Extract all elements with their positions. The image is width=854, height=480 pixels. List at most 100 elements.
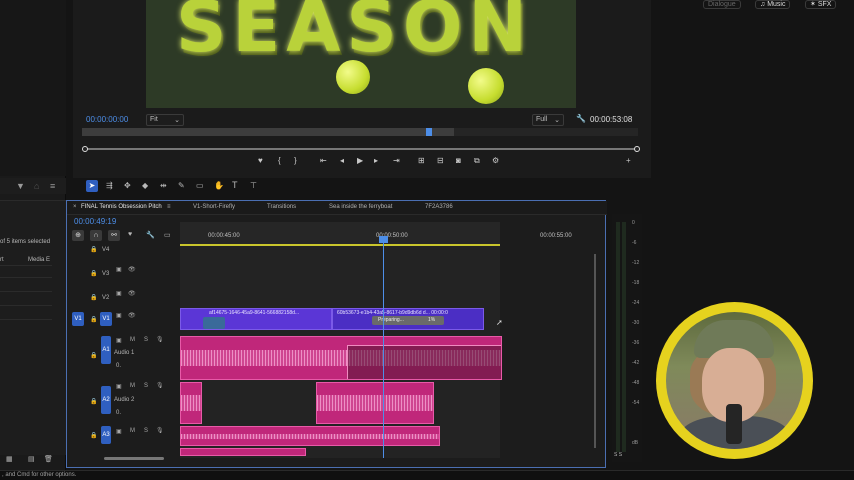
eye-icon[interactable]: 👁 xyxy=(128,290,136,297)
tab-v1-short-firefly[interactable]: V1-Short-Firefly xyxy=(193,204,235,210)
close-tab-icon[interactable]: × xyxy=(73,204,77,210)
sync-lock-icon[interactable]: ▣ xyxy=(116,312,122,319)
source-patch-v1[interactable]: V1 xyxy=(72,312,84,326)
track-target-v1[interactable]: V1 xyxy=(100,312,112,326)
caption-tool-icon[interactable]: ⊤ xyxy=(250,181,257,190)
track-target-a2[interactable]: A2 xyxy=(101,386,111,414)
sync-lock-icon[interactable]: ▣ xyxy=(116,290,122,297)
lock-icon[interactable]: 🔒 xyxy=(90,316,97,323)
audio-transition[interactable] xyxy=(347,345,501,379)
lock-icon[interactable]: 🔒 xyxy=(90,352,97,359)
tab-7f2a3786[interactable]: 7F2A3786 xyxy=(425,204,453,210)
step-forward-icon[interactable]: ▸ xyxy=(374,156,378,165)
comparison-view-icon[interactable]: ⧉ xyxy=(474,156,480,166)
sync-lock-icon[interactable]: ▣ xyxy=(116,337,122,344)
razor-tool-icon[interactable]: ◆ xyxy=(142,181,148,190)
panel-menu-icon[interactable]: ≡ xyxy=(50,181,55,191)
lock-icon[interactable]: 🔒 xyxy=(90,398,97,405)
new-item-icon[interactable]: ▤ xyxy=(28,455,35,463)
linked-selection-icon[interactable]: ⚯ xyxy=(108,230,120,241)
track-select-tool-icon[interactable]: ⇶ xyxy=(106,181,113,190)
snap-icon[interactable]: ∩ xyxy=(90,230,102,241)
new-bin-icon[interactable]: ▦ xyxy=(6,455,13,463)
column-header-name[interactable]: rt xyxy=(0,257,4,263)
add-marker-icon[interactable]: ♥ xyxy=(258,156,263,165)
mute-button[interactable]: M xyxy=(130,383,135,389)
play-icon[interactable]: ▶ xyxy=(357,156,363,165)
horizontal-scrollbar[interactable] xyxy=(104,457,164,460)
mute-button[interactable]: M xyxy=(130,428,135,434)
export-frame-icon[interactable]: ◙ xyxy=(456,156,461,165)
sync-lock-icon[interactable]: ▣ xyxy=(116,428,122,435)
sfx-tag[interactable]: ✶ SFX xyxy=(805,0,837,9)
extract-icon[interactable]: ⊟ xyxy=(437,156,444,165)
trash-icon[interactable]: 🗑 xyxy=(44,455,53,463)
pen-tool-icon[interactable]: ✎ xyxy=(178,181,185,190)
playhead-handle[interactable] xyxy=(379,236,388,243)
tab-final-tennis[interactable]: FINAL Tennis Obsession Pitch xyxy=(81,204,162,210)
column-header-media[interactable]: Media E xyxy=(28,257,50,263)
music-tag[interactable]: ♫ Music xyxy=(755,0,791,9)
ripple-edit-tool-icon[interactable]: ✥ xyxy=(124,181,131,190)
tab-transitions[interactable]: Transitions xyxy=(267,204,296,210)
tab-sea-ferryboat[interactable]: Sea inside the ferryboat xyxy=(329,204,392,210)
add-marker-icon[interactable]: ♥ xyxy=(128,231,132,238)
go-to-out-icon[interactable]: ⇥ xyxy=(393,156,400,165)
eye-icon[interactable]: 👁 xyxy=(128,312,136,319)
program-mini-ruler[interactable] xyxy=(82,128,638,136)
audio-clip-a2-1[interactable] xyxy=(180,382,202,424)
timeline-timecode[interactable]: 00:00:49:19 xyxy=(74,217,116,226)
button-editor-icon[interactable]: + xyxy=(626,156,631,165)
mute-button[interactable]: M xyxy=(130,337,135,343)
mic-icon[interactable]: 🎙 xyxy=(156,336,164,343)
audio-clip-a3-lower[interactable] xyxy=(180,448,306,456)
timeline-settings-icon[interactable]: 🔧 xyxy=(146,231,155,239)
wrench-icon[interactable]: 🔧 xyxy=(576,114,586,123)
lift-icon[interactable]: ⊞ xyxy=(418,156,425,165)
settings-icon[interactable]: ⚙ xyxy=(492,156,499,165)
video-clip-1[interactable]: af14675-1646-45a9-8641-566882158d... xyxy=(180,308,332,330)
vertical-scrollbar[interactable] xyxy=(594,254,596,448)
scroll-handle-right[interactable] xyxy=(634,146,640,152)
solo-button[interactable]: S xyxy=(144,428,148,434)
solo-button[interactable]: S xyxy=(144,383,148,389)
lock-icon[interactable]: 🔒 xyxy=(90,270,97,277)
nest-toggle-icon[interactable]: ⊕ xyxy=(72,230,84,241)
track-target-a3[interactable]: A3 xyxy=(101,426,111,444)
bin-new-icon[interactable]: ⌂ xyxy=(34,181,39,191)
solo-button[interactable]: S xyxy=(144,337,148,343)
mic-icon[interactable]: 🎙 xyxy=(156,382,164,389)
lock-icon[interactable]: 🔒 xyxy=(90,432,97,439)
rectangle-tool-icon[interactable]: ▭ xyxy=(196,181,204,190)
filter-icon[interactable]: ▼ xyxy=(16,181,25,191)
selection-tool-icon[interactable]: ➤ xyxy=(86,180,98,192)
mark-in-icon[interactable]: { xyxy=(278,156,281,165)
audio-clip-a1[interactable] xyxy=(180,336,502,380)
eye-icon[interactable]: 👁 xyxy=(128,266,136,273)
fit-dropdown[interactable]: Fit ⌄ xyxy=(146,114,184,126)
program-current-timecode[interactable]: 00:00:00:00 xyxy=(86,115,128,124)
lock-icon[interactable]: 🔒 xyxy=(90,294,97,301)
mic-icon[interactable]: 🎙 xyxy=(156,427,164,434)
go-to-in-icon[interactable]: ⇤ xyxy=(320,156,327,165)
scroll-handle-left[interactable] xyxy=(82,146,88,152)
solo-buttons[interactable]: S S xyxy=(614,452,622,458)
mark-out-icon[interactable]: } xyxy=(294,156,297,165)
captions-icon[interactable]: ▭ xyxy=(164,231,171,239)
timeline-playhead[interactable] xyxy=(379,236,388,458)
zoom-scrollbar[interactable] xyxy=(82,146,640,152)
audio-clip-a2-2[interactable] xyxy=(316,382,434,424)
sync-lock-icon[interactable]: ▣ xyxy=(116,383,122,390)
lock-icon[interactable]: 🔒 xyxy=(90,246,97,253)
type-tool-icon[interactable]: T xyxy=(232,180,238,190)
volume-value[interactable]: 0. xyxy=(116,363,121,369)
step-back-icon[interactable]: ◂ xyxy=(340,156,344,165)
volume-value[interactable]: 0. xyxy=(116,410,121,416)
audio-clip-a3[interactable] xyxy=(180,426,440,446)
menu-icon[interactable]: ≡ xyxy=(167,204,171,210)
ruler-playhead[interactable] xyxy=(426,128,432,136)
track-target-a1[interactable]: A1 xyxy=(101,336,111,364)
hand-tool-icon[interactable]: ✋ xyxy=(214,181,224,190)
slip-tool-icon[interactable]: ⇹ xyxy=(160,181,167,190)
dialogue-tag[interactable]: Dialogue xyxy=(703,0,741,9)
